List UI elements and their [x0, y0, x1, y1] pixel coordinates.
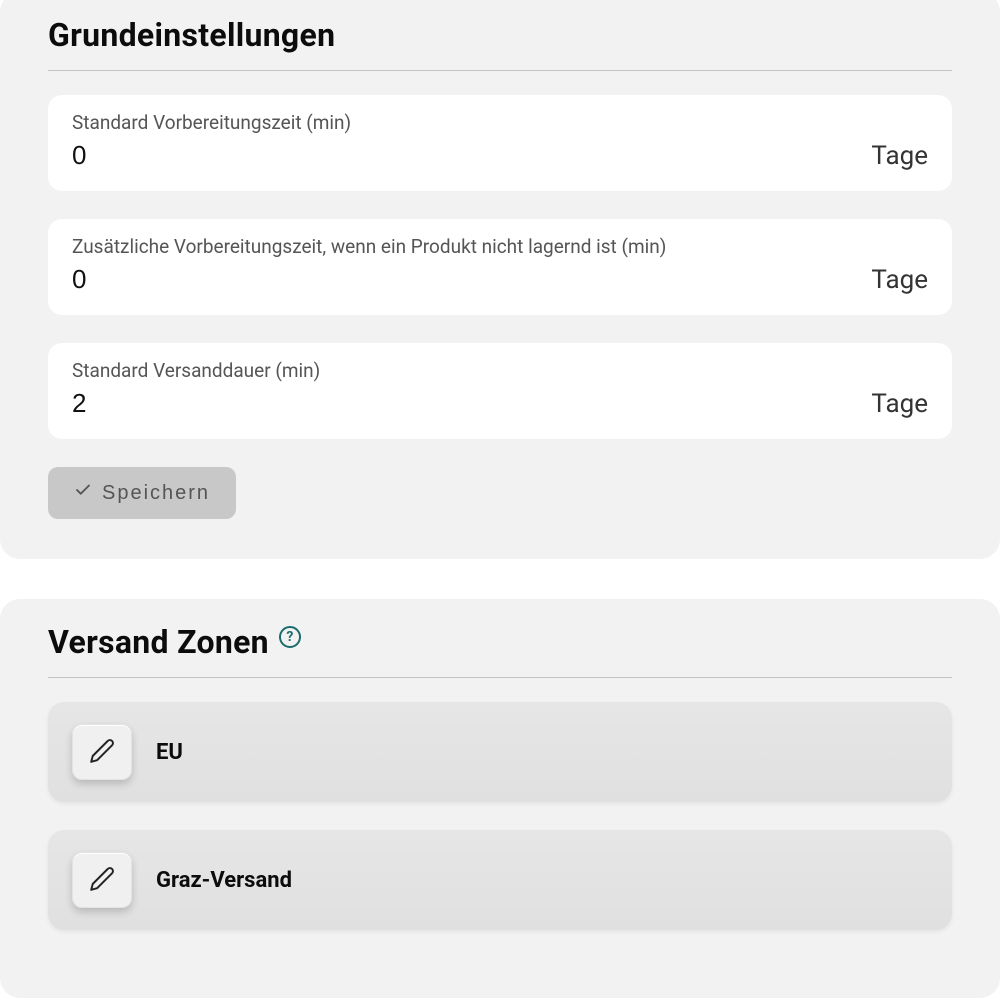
- zone-name: Graz-Versand: [156, 868, 292, 893]
- basic-settings-title: Grundeinstellungen: [48, 0, 335, 64]
- help-icon[interactable]: ?: [279, 626, 301, 648]
- shipping-duration-input[interactable]: [72, 388, 671, 419]
- extra-prep-time-label: Zusätzliche Vorbereitungszeit, wenn ein …: [72, 235, 928, 258]
- shipping-zones-panel: Versand Zonen ? EU Graz-Versand: [0, 599, 1000, 998]
- pencil-icon: [89, 738, 115, 767]
- basic-settings-heading-row: Grundeinstellungen: [48, 0, 952, 71]
- prep-time-label: Standard Vorbereitungszeit (min): [72, 111, 928, 134]
- save-button-label: Speichern: [102, 482, 210, 505]
- check-icon: [74, 481, 92, 505]
- extra-prep-time-input[interactable]: [72, 264, 671, 295]
- extra-prep-time-unit: Tage: [871, 265, 928, 295]
- zone-row[interactable]: Graz-Versand: [48, 830, 952, 930]
- shipping-zones-title: Versand Zonen: [48, 599, 269, 671]
- shipping-duration-unit: Tage: [871, 389, 928, 419]
- shipping-duration-field: Standard Versanddauer (min) Tage: [48, 343, 952, 439]
- basic-settings-panel: Grundeinstellungen Standard Vorbereitung…: [0, 0, 1000, 559]
- save-button[interactable]: Speichern: [48, 467, 236, 519]
- edit-zone-button[interactable]: [72, 852, 132, 908]
- shipping-duration-label: Standard Versanddauer (min): [72, 359, 928, 382]
- prep-time-unit: Tage: [871, 141, 928, 171]
- zone-name: EU: [156, 740, 183, 765]
- zone-row[interactable]: EU: [48, 702, 952, 802]
- shipping-zones-heading-row: Versand Zonen ?: [48, 599, 952, 678]
- prep-time-input[interactable]: [72, 140, 671, 171]
- pencil-icon: [89, 866, 115, 895]
- prep-time-field: Standard Vorbereitungszeit (min) Tage: [48, 95, 952, 191]
- extra-prep-time-field: Zusätzliche Vorbereitungszeit, wenn ein …: [48, 219, 952, 315]
- edit-zone-button[interactable]: [72, 724, 132, 780]
